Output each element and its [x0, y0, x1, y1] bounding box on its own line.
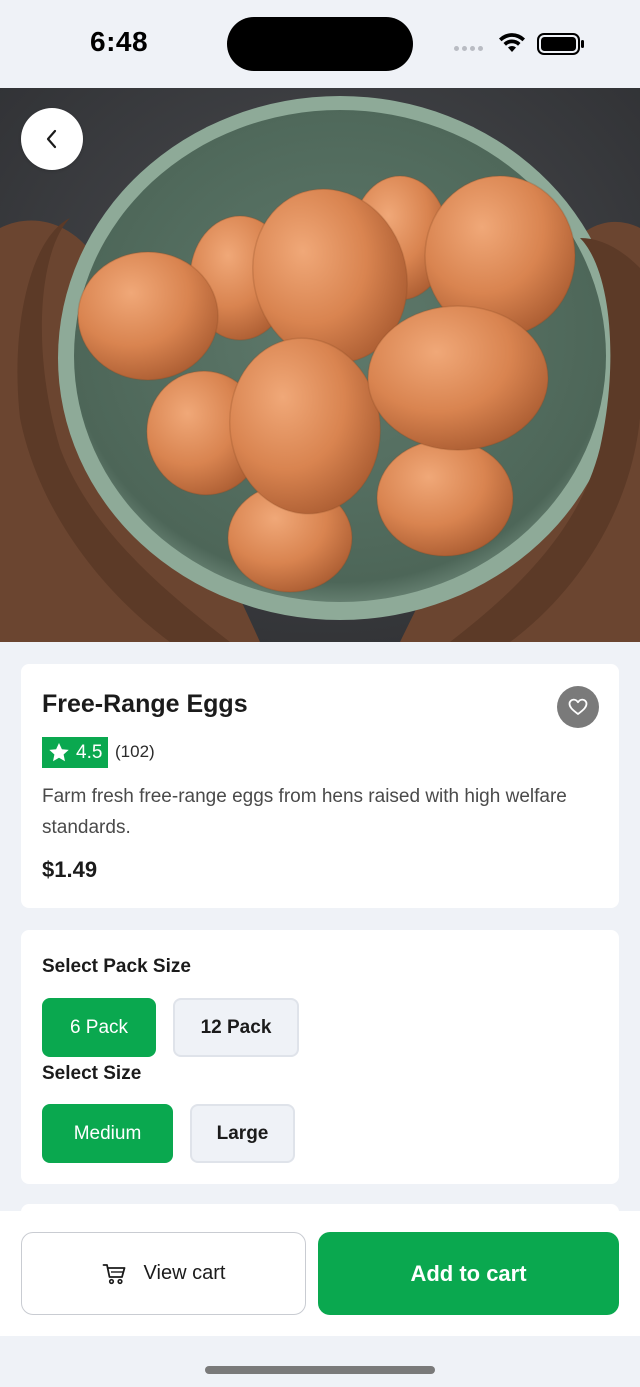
- rating-count: (102): [115, 742, 155, 761]
- battery-icon: [537, 33, 584, 55]
- back-button[interactable]: [21, 108, 83, 170]
- star-icon: [49, 743, 69, 762]
- product-title: Free-Range Eggs: [42, 690, 248, 718]
- view-cart-button[interactable]: View cart: [21, 1232, 306, 1315]
- view-cart-label: View cart: [143, 1262, 226, 1284]
- add-to-cart-button[interactable]: Add to cart: [318, 1232, 619, 1315]
- favorite-button[interactable]: [557, 686, 599, 728]
- status-bar: 6:48: [0, 0, 640, 88]
- rating-badge: 4.5: [42, 737, 109, 768]
- dynamic-island: [227, 17, 413, 71]
- size-option-medium[interactable]: Medium: [42, 1104, 173, 1163]
- heart-icon: [568, 698, 588, 715]
- pack-option-6[interactable]: 6 Pack: [42, 998, 156, 1057]
- product-image: [0, 88, 640, 642]
- size-option-large[interactable]: Large: [190, 1104, 295, 1163]
- size-label: Select Size: [42, 1063, 142, 1084]
- pack-option-12[interactable]: 12 Pack: [173, 998, 299, 1057]
- options-card: Select Pack Size 6 Pack 12 Pack Select S…: [21, 930, 619, 1184]
- pack-size-label: Select Pack Size: [42, 956, 191, 977]
- rating-value: 4.5: [76, 741, 103, 763]
- wifi-icon: [499, 33, 525, 52]
- product-description: Farm fresh free-range eggs from hens rai…: [42, 786, 567, 838]
- bottom-action-bar: View cart Add to cart: [0, 1211, 640, 1336]
- signal-icon: [454, 46, 483, 51]
- product-info-card: Free-Range Eggs 4.5 (102) Farm fresh fre…: [21, 664, 619, 908]
- status-time: 6:48: [90, 26, 149, 57]
- home-indicator[interactable]: [205, 1366, 435, 1374]
- product-price: $1.49: [42, 857, 98, 882]
- cart-icon: [102, 1263, 125, 1284]
- back-chevron-icon: [46, 129, 57, 149]
